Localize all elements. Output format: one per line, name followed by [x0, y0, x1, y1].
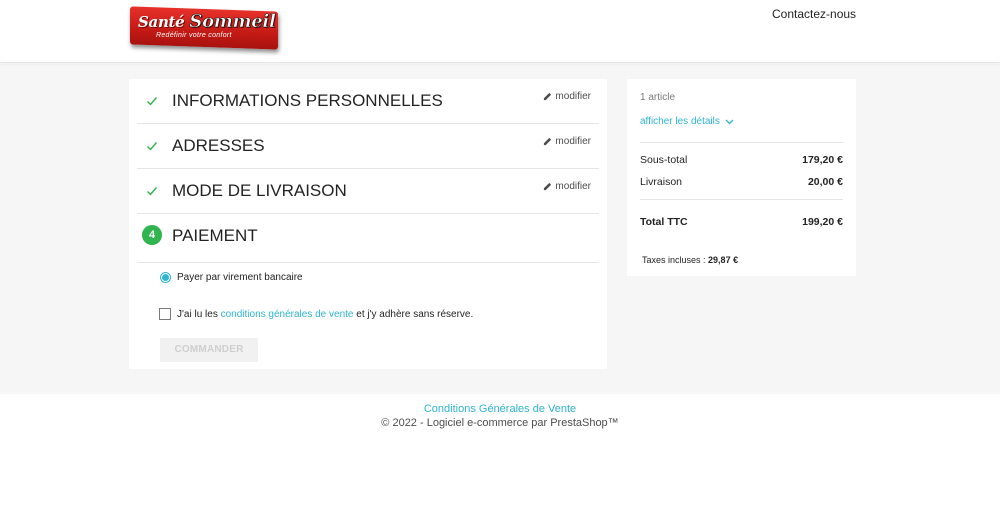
pencil-icon	[544, 182, 552, 191]
edit-label: modifier	[555, 136, 591, 147]
logo-brand-part1: Santé	[138, 13, 185, 31]
total-row: Total TTC 199,20 €	[640, 216, 843, 228]
checkout-steps: Informations personnelles modifier Adres…	[129, 79, 607, 369]
checkmark-icon	[147, 187, 158, 196]
pencil-icon	[544, 137, 552, 146]
taxes-label: Taxes incluses :	[642, 255, 706, 265]
step-title: Mode de livraison	[172, 181, 347, 200]
terms-prefix: J'ai lu les	[177, 308, 218, 320]
shipping-label: Livraison	[640, 176, 683, 188]
step-number-badge: 4	[142, 225, 162, 245]
footer-copyright: © 2022 - Logiciel e-commerce par PrestaS…	[381, 417, 619, 429]
edit-link[interactable]: modifier	[543, 91, 591, 102]
site-header: Santé Sommeil Redéfinir votre confort Co…	[0, 0, 1000, 63]
taxes-included: Taxes incluses : 29,87 €	[642, 255, 738, 265]
logo-tagline: Redéfinir votre confort	[156, 32, 232, 39]
cart-summary: 1 article afficher les détails Sous-tota…	[627, 79, 856, 276]
taxes-value: 29,87 €	[708, 255, 739, 265]
total-value: 199,20 €	[802, 216, 843, 228]
place-order-button[interactable]: Commander	[160, 338, 258, 362]
pencil-icon	[544, 92, 552, 101]
subtotal-row: Sous-total 179,20 €	[640, 154, 843, 166]
edit-link[interactable]: modifier	[543, 181, 591, 192]
summary-divider	[640, 199, 843, 200]
contact-link[interactable]: Contactez-nous	[772, 7, 856, 21]
payment-option-bank-transfer[interactable]: Payer par virement bancaire	[160, 272, 303, 283]
shipping-value: 20,00 €	[807, 176, 843, 188]
checkmark-icon	[147, 97, 158, 106]
step-addresses: Adresses modifier	[137, 124, 599, 169]
footer-cgv-link: Conditions Générales de Vente	[0, 403, 1000, 415]
step-personal-info: Informations personnelles modifier	[137, 79, 599, 124]
shipping-row: Livraison 20,00 €	[640, 176, 843, 188]
site-logo[interactable]: Santé Sommeil Redéfinir votre confort	[130, 6, 280, 51]
edit-link[interactable]: modifier	[543, 136, 591, 147]
total-label: Total TTC	[640, 216, 688, 228]
terms-agreement[interactable]: J'ai lu les conditions générales de vent…	[159, 308, 473, 320]
item-count: 1 article	[640, 92, 676, 103]
logo-brand-part2: Sommeil	[189, 11, 276, 33]
step-title: Paiement	[172, 226, 258, 245]
step-shipping-method: Mode de livraison modifier	[137, 169, 599, 214]
show-details-link[interactable]: afficher les détails	[640, 116, 734, 127]
show-details-label: afficher les détails	[640, 116, 720, 127]
terms-suffix: et j'y adhère sans réserve.	[356, 308, 474, 320]
step-title: Informations personnelles	[172, 91, 443, 110]
edit-label: modifier	[555, 91, 591, 102]
cgv-link[interactable]: Conditions Générales de Vente	[424, 403, 576, 415]
edit-label: modifier	[555, 181, 591, 192]
payment-option-label: Payer par virement bancaire	[177, 272, 303, 283]
terms-text: J'ai lu les conditions générales de vent…	[177, 309, 473, 320]
logo-brand: Santé Sommeil	[138, 11, 276, 33]
payment-radio[interactable]	[160, 272, 171, 283]
summary-divider	[640, 142, 843, 143]
step-payment: 4 Paiement	[137, 214, 599, 263]
terms-link[interactable]: conditions générales de vente	[221, 309, 354, 320]
step-title: Adresses	[172, 136, 265, 155]
subtotal-value: 179,20 €	[802, 154, 843, 166]
chevron-down-icon	[725, 119, 734, 124]
subtotal-label: Sous-total	[640, 154, 688, 166]
terms-checkbox[interactable]	[159, 308, 171, 320]
checkmark-icon	[147, 142, 158, 151]
